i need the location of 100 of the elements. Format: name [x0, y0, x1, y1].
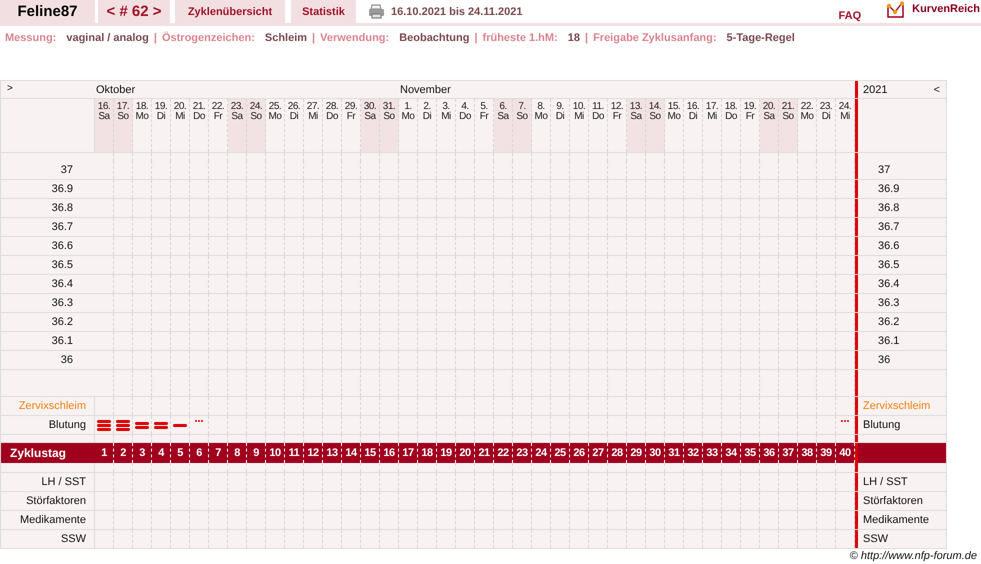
cycle-day-number: 36: [760, 443, 779, 463]
weekday-label: Mo: [402, 112, 414, 122]
year-label: 2021: [863, 84, 888, 96]
weekday-label: Fr: [612, 112, 622, 122]
weekday-label: Mo: [136, 112, 148, 122]
temperature-label: 36.1: [877, 334, 900, 349]
date-label: 17.: [706, 102, 718, 112]
weekday-label: Di: [822, 112, 830, 122]
weekday-label: Sa: [763, 112, 775, 122]
cycle-day-number: 6: [190, 443, 209, 463]
cycle-day-number: 15: [361, 443, 380, 463]
setting-label: Östrogenzeichen:: [162, 32, 255, 44]
separator: |: [312, 32, 316, 44]
weekday-label: Mi: [441, 112, 451, 122]
date-label: 25.: [268, 102, 282, 112]
setting-label: Verwendung:: [320, 32, 390, 44]
date-label: 4.: [461, 102, 469, 112]
weekday-label: So: [383, 112, 395, 122]
month-label: Oktober: [96, 84, 136, 96]
cycle-day-label: Zyklustag: [9, 445, 68, 462]
temperature-label: 36.7: [50, 220, 74, 235]
weekday-label: Do: [725, 112, 737, 122]
row-label: SSW: [1, 530, 95, 548]
cycle-day-number: 3: [133, 443, 152, 463]
setting-value: 5-Tage-Regel: [726, 32, 795, 44]
weekday-label: Mi: [308, 112, 318, 122]
setting-value: 18: [568, 32, 580, 44]
date-label: 14.: [648, 102, 662, 112]
weekday-label: Di: [556, 112, 564, 122]
cycle-day-number: 28: [608, 443, 627, 463]
cycle-day-number: 38: [798, 443, 817, 463]
date-label: 27.: [306, 102, 320, 112]
weekday-label: Do: [326, 112, 338, 122]
row-label: Blutung: [862, 418, 902, 433]
weekday-label: So: [516, 112, 528, 122]
date-label: 10.: [572, 102, 586, 112]
cycle-day-number: 26: [570, 443, 589, 463]
date-label: 12.: [610, 102, 624, 112]
temperature-label: 36.6: [50, 239, 74, 254]
weekday-label: Di: [156, 112, 166, 122]
setting-value: Schleim: [264, 32, 308, 44]
setting-label: früheste 1.hM:: [482, 32, 558, 44]
date-label: 26.: [288, 102, 300, 112]
weekday-label: Mo: [668, 112, 680, 122]
date-label: 28.: [326, 102, 338, 112]
temperature-label: 36.9: [50, 182, 74, 197]
date-label: 7.: [518, 102, 526, 112]
weekday-label: So: [782, 112, 794, 122]
cycle-day-number: 35: [741, 443, 760, 463]
weekday-label: Do: [459, 112, 471, 122]
date-label: 5.: [480, 102, 488, 112]
date-label: 22.: [800, 102, 814, 112]
expand-toggle[interactable]: >: [1, 81, 19, 96]
cycle-day-number: 25: [551, 443, 570, 463]
date-label: 30.: [364, 102, 376, 112]
cycle-day-number: 9: [247, 443, 266, 463]
date-label: 24.: [838, 102, 852, 112]
faq-link[interactable]: FAQ: [838, 10, 862, 22]
logo-text[interactable]: KurvenReich: [912, 2, 980, 14]
row-label: Medikamente: [862, 513, 930, 528]
nav-tab[interactable]: Statistik: [291, 0, 356, 23]
temperature-label: 36.2: [877, 315, 900, 330]
collapse-toggle[interactable]: <: [934, 84, 940, 96]
weekday-label: Di: [290, 112, 298, 122]
cycle-day-number: 13: [323, 443, 342, 463]
temperature-label: 36.4: [50, 277, 74, 292]
cycle-day-number: 5: [171, 443, 190, 463]
cycle-day-number: 30: [646, 443, 665, 463]
weekday-label: Mi: [574, 112, 584, 122]
weekday-label: Do: [193, 112, 205, 122]
temperature-label: 36.3: [50, 296, 74, 311]
weekday-label: Sa: [364, 112, 376, 122]
date-label: 21.: [782, 102, 794, 112]
cycle-day-number: 20: [456, 443, 475, 463]
setting-label: Messung:: [5, 32, 56, 44]
copyright-text: © http://www.nfp-forum.de: [850, 550, 977, 562]
temperature-label: 36.1: [50, 334, 74, 349]
cycle-day-number: 1: [95, 443, 114, 463]
cycle-day-number: 37: [779, 443, 798, 463]
row-label: Störfaktoren: [862, 494, 924, 509]
temperature-label: 36.5: [877, 258, 900, 273]
row-label: Zervixschleim: [862, 399, 932, 414]
cycle-day-number: 39: [817, 443, 836, 463]
cycle-day-number: 18: [418, 443, 437, 463]
date-label: 31.: [382, 102, 396, 112]
temperature-label: 36.3: [877, 296, 900, 311]
date-label: 16.: [98, 102, 110, 112]
weekday-label: So: [649, 112, 661, 122]
date-label: 18.: [724, 102, 738, 112]
date-label: 19.: [154, 102, 168, 112]
weekday-label: Di: [688, 112, 698, 122]
printer-icon[interactable]: [368, 4, 385, 19]
nav-tab[interactable]: Zyklenübersicht: [175, 0, 285, 23]
weekday-label: Di: [422, 112, 432, 122]
date-label: 22.: [212, 102, 224, 112]
temperature-label: 36.7: [877, 220, 900, 235]
weekday-label: Mi: [707, 112, 717, 122]
cycle-navigator[interactable]: < # 62 >: [98, 0, 170, 23]
cycle-day-number: 22: [494, 443, 513, 463]
date-label: 2.: [423, 102, 431, 112]
